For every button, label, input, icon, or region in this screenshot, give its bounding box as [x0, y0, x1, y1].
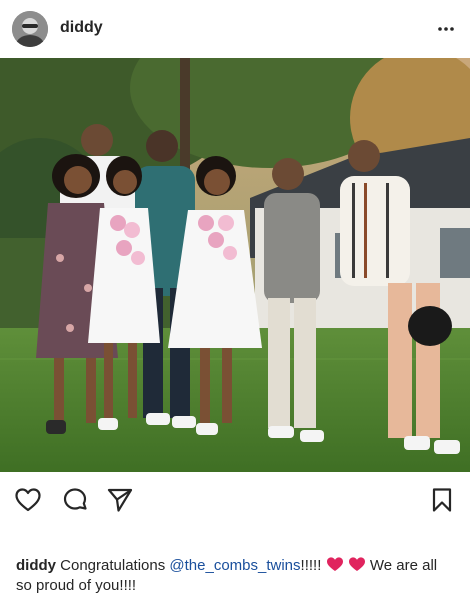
bookmark-icon[interactable] [428, 486, 456, 514]
post-header: diddy [0, 0, 470, 58]
post-actions-bar [0, 482, 470, 518]
heart-outline-icon[interactable] [14, 486, 42, 514]
more-options-icon[interactable] [436, 20, 456, 38]
caption-mention[interactable]: @the_combs_twins [169, 557, 300, 574]
username[interactable]: diddy [60, 19, 103, 37]
post-photo[interactable] [0, 58, 470, 472]
profile-avatar-icon [12, 11, 48, 47]
post-caption: diddy Congratulations @the_combs_twins!!… [16, 556, 456, 596]
family-photo-image [0, 58, 470, 472]
comment-bubble-icon[interactable] [61, 486, 89, 514]
red-heart-emoji-icon [348, 557, 365, 571]
paper-plane-icon[interactable] [106, 486, 134, 514]
avatar[interactable] [12, 11, 48, 47]
caption-text-after: !!!!! [300, 557, 322, 574]
caption-text-before: Congratulations [56, 557, 170, 574]
red-heart-emoji-icon [326, 557, 343, 571]
caption-username[interactable]: diddy [16, 557, 56, 574]
